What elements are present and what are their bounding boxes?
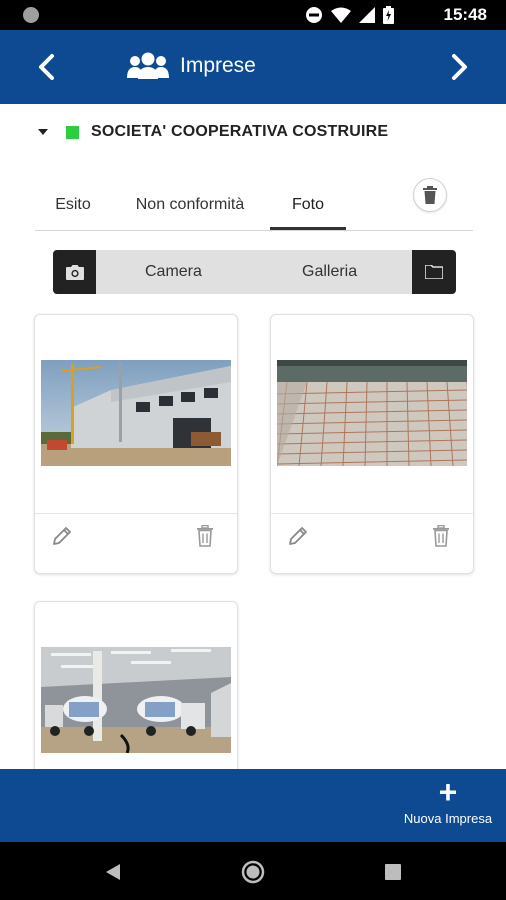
page-title: Imprese xyxy=(180,54,256,77)
photo-card[interactable] xyxy=(270,314,474,574)
delete-photo-button[interactable] xyxy=(195,524,215,547)
tab-foto[interactable]: Foto xyxy=(270,186,346,230)
back-button[interactable] xyxy=(30,50,64,84)
forward-button[interactable] xyxy=(442,50,476,84)
notification-dot-icon xyxy=(23,7,39,23)
pencil-icon xyxy=(289,527,307,545)
delete-photo-button[interactable] xyxy=(431,524,451,547)
system-nav-bar xyxy=(0,842,506,900)
tab-esito[interactable]: Esito xyxy=(47,186,99,230)
pencil-icon xyxy=(53,527,71,545)
collapse-caret-icon[interactable] xyxy=(38,129,48,135)
square-recents-icon xyxy=(385,864,401,880)
gallery-button[interactable]: Galleria xyxy=(302,250,357,294)
clock: 15:48 xyxy=(443,5,487,24)
company-header[interactable]: SOCIETA' COOPERATIVA COSTRUIRE xyxy=(38,120,388,144)
status-square-icon xyxy=(66,125,79,139)
bottom-action-bar: + Nuova Impresa xyxy=(0,769,506,842)
nav-home-button[interactable] xyxy=(238,857,268,887)
rebar-photo[interactable] xyxy=(277,360,467,466)
triangle-back-icon xyxy=(106,864,120,880)
card-divider xyxy=(35,513,237,514)
plus-icon: + xyxy=(438,774,458,810)
tab-non-conformita[interactable]: Non conformità xyxy=(127,186,253,230)
chevron-right-icon xyxy=(452,54,467,80)
card-divider xyxy=(271,513,473,514)
battery-icon xyxy=(383,6,394,24)
camera-button[interactable]: Camera xyxy=(145,250,202,294)
status-icons xyxy=(305,6,394,24)
trash-outline-icon xyxy=(433,524,449,547)
nav-back-button[interactable] xyxy=(98,857,128,887)
new-company-button[interactable]: + Nuova Impresa xyxy=(403,774,493,837)
camera-icon[interactable] xyxy=(53,250,96,294)
signal-icon xyxy=(359,7,375,23)
app-bar: Imprese xyxy=(0,30,506,104)
edit-button[interactable] xyxy=(287,525,309,547)
photo-source-selector: Camera Galleria xyxy=(53,250,456,294)
construction-photo[interactable] xyxy=(41,360,231,466)
edit-button[interactable] xyxy=(51,525,73,547)
trash-icon xyxy=(423,186,437,204)
nav-recents-button[interactable] xyxy=(378,857,408,887)
chevron-left-icon xyxy=(39,54,54,80)
status-bar: 15:48 xyxy=(0,0,506,30)
tab-bar: Esito Non conformità Foto xyxy=(35,186,473,231)
dnd-icon xyxy=(306,7,322,23)
wifi-icon xyxy=(331,7,351,23)
mixer-trucks-photo[interactable] xyxy=(41,647,231,753)
app-bar-title-group: Imprese xyxy=(126,52,256,80)
delete-all-button[interactable] xyxy=(413,178,447,212)
new-company-label: Nuova Impresa xyxy=(403,811,493,826)
company-name: SOCIETA' COOPERATIVA COSTRUIRE xyxy=(91,123,389,140)
photo-card[interactable] xyxy=(34,314,238,574)
folder-icon[interactable] xyxy=(412,250,456,294)
home-circle-icon xyxy=(241,860,265,884)
group-icon xyxy=(127,52,169,79)
trash-outline-icon xyxy=(197,524,213,547)
